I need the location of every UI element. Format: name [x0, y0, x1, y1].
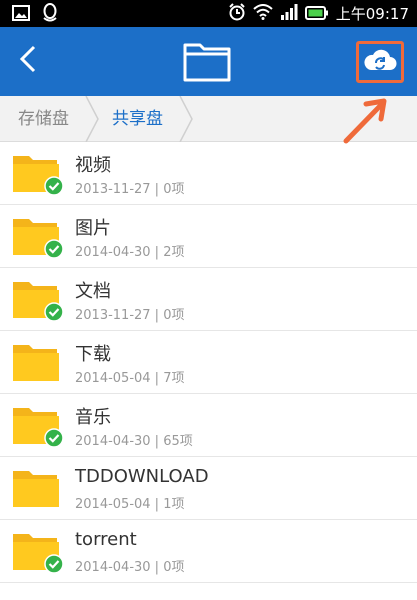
file-meta: 2013-11-27 | 0项 [75, 182, 185, 197]
file-name: torrent [75, 529, 137, 550]
file-name: 下载 [75, 344, 111, 365]
list-item[interactable]: torrent 2014-04-30 | 0项 [0, 520, 417, 583]
file-meta: 2014-04-30 | 2项 [75, 245, 185, 260]
cloud-sync-icon [363, 48, 397, 76]
alarm-icon [228, 3, 246, 25]
file-name: TDDOWNLOAD [75, 466, 209, 487]
list-item[interactable]: 文档 2013-11-27 | 0项 [0, 268, 417, 331]
list-item[interactable]: 视频 2013-11-27 | 0项 [0, 142, 417, 205]
folder-icon [11, 467, 61, 513]
battery-icon [304, 5, 329, 24]
status-bar-left [12, 3, 58, 27]
status-bar-right: 上午09:17 [228, 3, 409, 25]
list-item[interactable]: 音乐 2014-04-30 | 65项 [0, 394, 417, 457]
status-bar: 上午09:17 [0, 0, 417, 27]
back-button[interactable] [6, 37, 50, 85]
file-name: 图片 [75, 218, 111, 239]
file-meta: 2013-11-27 | 0项 [75, 308, 185, 323]
file-meta: 2014-04-30 | 65项 [75, 434, 193, 449]
list-item[interactable]: 下载 2014-05-04 | 7项 [0, 331, 417, 394]
image-icon [12, 5, 30, 25]
status-time: 上午09:17 [335, 5, 409, 23]
check-icon [44, 176, 64, 200]
check-icon [44, 554, 64, 578]
file-meta: 2014-05-04 | 7项 [75, 371, 185, 386]
file-list: 视频 2013-11-27 | 0项 图片 2014-04-30 | 2项 文档… [0, 142, 417, 583]
wifi-icon [253, 4, 273, 24]
breadcrumb-item-storage[interactable]: 存储盘 [18, 96, 69, 142]
folder-icon [182, 39, 232, 87]
cloud-sync-button[interactable] [356, 41, 404, 83]
app-bar [0, 27, 417, 96]
breadcrumb-separator [84, 95, 100, 146]
check-icon [44, 239, 64, 263]
signal-icon [280, 4, 298, 24]
file-name: 视频 [75, 155, 111, 176]
folder-icon [11, 341, 61, 387]
file-meta: 2014-05-04 | 1项 [75, 497, 185, 512]
breadcrumb-separator [178, 95, 194, 146]
file-name: 文档 [75, 281, 111, 302]
check-icon [44, 302, 64, 326]
list-item[interactable]: 图片 2014-04-30 | 2项 [0, 205, 417, 268]
breadcrumb-item-shared[interactable]: 共享盘 [112, 96, 163, 142]
chevron-left-icon [18, 44, 38, 78]
qq-icon [42, 3, 58, 27]
file-meta: 2014-04-30 | 0项 [75, 560, 185, 575]
check-icon [44, 428, 64, 452]
file-name: 音乐 [75, 407, 111, 428]
list-item[interactable]: TDDOWNLOAD 2014-05-04 | 1项 [0, 457, 417, 520]
